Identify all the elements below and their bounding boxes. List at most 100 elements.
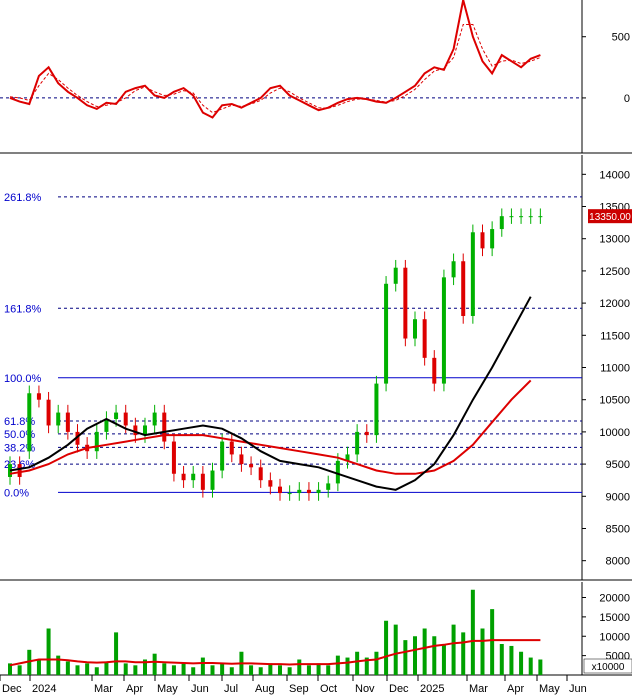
volume-bar: [355, 651, 360, 675]
volume-bar: [519, 651, 524, 675]
volume-bar: [94, 667, 99, 675]
candle-body: [432, 357, 437, 384]
x-tick-label: 2024: [32, 683, 56, 695]
candle-body: [374, 383, 379, 436]
volume-bar: [17, 665, 22, 675]
volume-bar: [152, 653, 157, 675]
candle-body: [220, 441, 225, 471]
x-tick-label: Mar: [94, 683, 113, 695]
candle-body: [461, 261, 466, 316]
candle-body: [413, 319, 417, 339]
volume-bar: [162, 663, 167, 675]
volume-bar: [85, 663, 90, 675]
x-tick-label: Nov: [355, 683, 375, 695]
candle-body: [27, 393, 32, 452]
volume-bar: [123, 663, 128, 675]
candle-body: [133, 425, 138, 436]
candle-body: [239, 454, 244, 465]
x-tick-label: Aug: [255, 683, 275, 695]
volume-bar: [470, 589, 475, 675]
volume-bar: [171, 665, 176, 675]
candle-body: [519, 216, 524, 218]
candle-body: [162, 412, 167, 442]
volume-bar: [413, 636, 417, 675]
candle-body: [123, 412, 128, 426]
price-tick-label: 8500: [606, 523, 630, 535]
candle-body: [229, 441, 234, 455]
candle-body: [297, 489, 302, 494]
volume-bar: [326, 665, 331, 675]
fib-label: 0.0%: [4, 487, 29, 499]
x-tick-label: Dec: [389, 683, 409, 695]
price-tick-label: 12500: [599, 266, 630, 278]
candle-body: [528, 216, 533, 218]
candle-body: [46, 399, 51, 426]
candle-body: [403, 267, 408, 339]
volume-bar: [345, 657, 350, 675]
candle-body: [249, 464, 254, 468]
volume-bar: [210, 665, 215, 675]
candle-body: [393, 267, 398, 284]
price-tick-label: 9000: [606, 491, 630, 503]
volume-bar: [384, 620, 389, 675]
volume-bar: [229, 667, 234, 675]
volume-bar: [422, 628, 427, 675]
x-tick-label: Jun: [569, 683, 587, 695]
volume-bar: [114, 632, 119, 675]
x-tick-label: Sep: [289, 683, 309, 695]
volume-bar: [249, 665, 254, 675]
volume-bar: [374, 651, 379, 675]
price-tick-label: 14000: [599, 169, 630, 181]
osc-tick-label: 0: [624, 93, 630, 105]
candle-body: [538, 216, 543, 218]
volume-bar: [65, 661, 70, 675]
fib-label: 261.8%: [4, 192, 42, 204]
volume-bar: [258, 667, 263, 675]
x-tick-label: May: [539, 683, 560, 695]
candle-body: [17, 464, 22, 477]
fib-label: 100.0%: [4, 373, 42, 385]
candle-body: [171, 441, 176, 474]
osc-tick-label: 500: [612, 32, 630, 44]
fib-label: 161.8%: [4, 303, 42, 315]
x-tick-label: Dec: [2, 683, 22, 695]
volume-bar: [306, 665, 311, 675]
volume-bar: [335, 655, 340, 675]
vol-tick-label: 20000: [599, 593, 630, 605]
volume-bar: [181, 663, 186, 675]
volume-bar: [509, 645, 514, 675]
candle-body: [499, 216, 504, 230]
volume-bar: [461, 632, 466, 675]
volume-bar: [451, 624, 456, 675]
volume-bar: [441, 644, 446, 675]
candle-body: [210, 470, 215, 490]
candle-body: [441, 277, 446, 384]
x-tick-label: Apr: [507, 683, 524, 695]
volume-bar: [393, 624, 398, 675]
candle-body: [509, 216, 514, 218]
vol-tick-label: 15000: [599, 612, 630, 624]
candle-body: [56, 412, 61, 426]
candle-body: [181, 473, 186, 481]
candle-body: [422, 319, 427, 358]
volume-bar: [287, 667, 292, 675]
volume-bar: [104, 661, 109, 675]
volume-bar: [432, 636, 437, 675]
volume-bar: [490, 609, 495, 675]
candle-body: [490, 229, 495, 249]
candle-body: [65, 412, 70, 432]
volume-bar: [46, 628, 51, 675]
price-tick-label: 8000: [606, 556, 630, 568]
candle-body: [470, 232, 475, 316]
volume-bar: [191, 667, 196, 675]
volume-bar: [36, 659, 41, 675]
candle-body: [200, 473, 205, 490]
volume-bar: [528, 657, 533, 675]
volume-bar: [538, 659, 543, 675]
candle-body: [152, 412, 157, 426]
candle-body: [306, 489, 311, 494]
price-tick-label: 10000: [599, 427, 630, 439]
candle-body: [104, 419, 109, 432]
candle-body: [36, 393, 41, 400]
price-tick-label: 10500: [599, 395, 630, 407]
